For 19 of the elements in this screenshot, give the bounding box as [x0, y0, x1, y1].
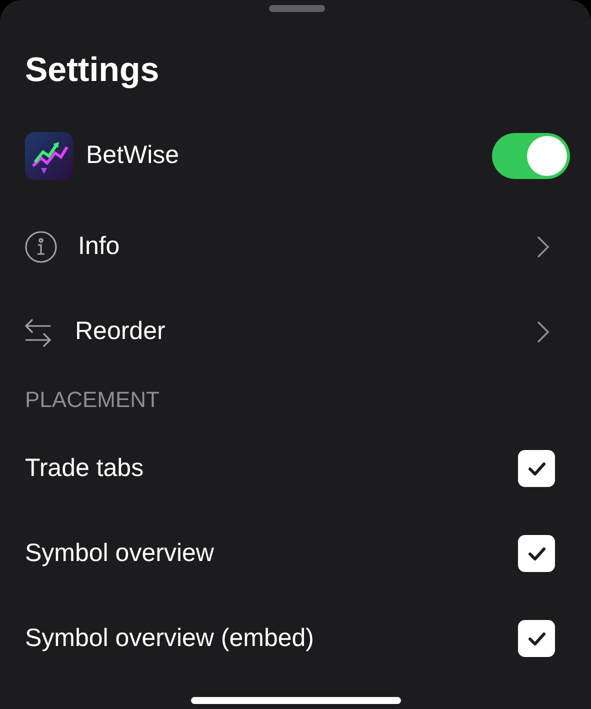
option-label: Symbol overview [25, 539, 215, 568]
chevron-icon [536, 234, 550, 258]
check-icon [528, 546, 546, 560]
sheet-title: Settings [25, 50, 160, 91]
info-icon [25, 230, 57, 262]
app-toggle[interactable] [492, 132, 570, 178]
chevron-icon [536, 320, 550, 344]
app-icon [25, 132, 73, 180]
checkbox[interactable] [518, 535, 555, 572]
nav-item[interactable]: Reorder [25, 289, 569, 374]
check-icon [528, 632, 546, 646]
option-label: Symbol overview (embed) [25, 624, 315, 653]
check-icon [528, 462, 546, 476]
option-label: Trade tabs [25, 454, 145, 483]
nav-item[interactable]: Info [25, 204, 569, 289]
section-header: PLACEMENT [25, 386, 160, 414]
checkbox[interactable] [518, 450, 555, 487]
checkbox[interactable] [518, 620, 555, 657]
app-name: BetWise [86, 141, 180, 170]
